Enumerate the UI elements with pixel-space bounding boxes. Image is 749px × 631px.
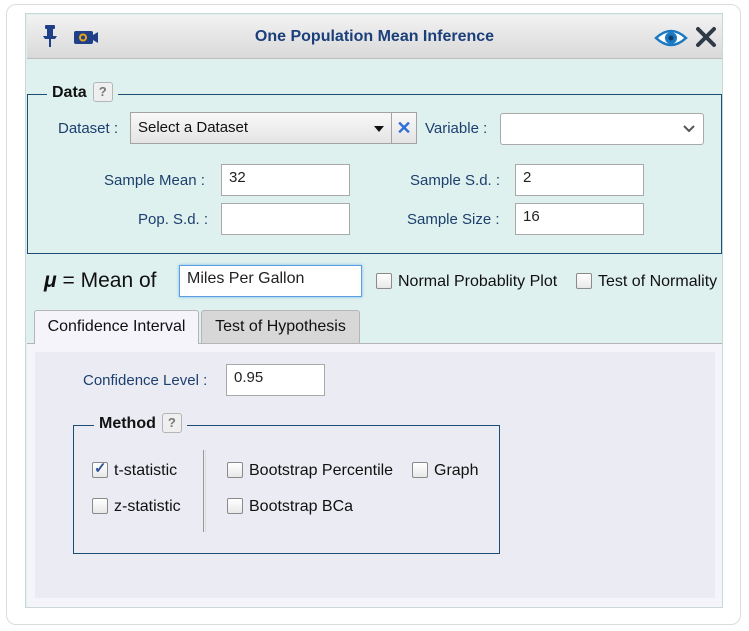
close-icon[interactable]: [695, 26, 717, 53]
sample-sd-input[interactable]: 2: [515, 164, 644, 196]
mean-of-label: μ = Mean of: [44, 269, 157, 293]
z-statistic-checkbox[interactable]: [92, 498, 108, 514]
bootstrap-percentile-label: Bootstrap Percentile: [249, 462, 394, 479]
method-legend: Method?: [94, 413, 187, 434]
bootstrap-bca-label: Bootstrap BCa: [249, 498, 354, 515]
pop-sd-label: Pop. S.d. :: [138, 211, 209, 228]
data-legend: Data?: [47, 82, 118, 103]
sample-size-label: Sample Size :: [407, 211, 500, 228]
method-fieldset: [73, 425, 500, 554]
dropdown-caret-icon: [374, 126, 384, 132]
data-help-icon[interactable]: ?: [92, 82, 113, 102]
pop-sd-input[interactable]: [221, 203, 350, 235]
confidence-level-label: Confidence Level :: [83, 372, 208, 389]
graph-label: Graph: [434, 462, 479, 479]
tab-test-of-hypothesis[interactable]: Test of Hypothesis: [201, 310, 360, 343]
variable-label: Variable :: [425, 120, 488, 137]
dataset-label: Dataset :: [58, 120, 119, 137]
normality-test-checkbox[interactable]: [576, 273, 592, 289]
sample-sd-label: Sample S.d. :: [410, 172, 501, 189]
eye-icon[interactable]: [654, 27, 688, 54]
clear-x-icon: ✕: [396, 118, 412, 138]
mu-symbol: μ: [44, 269, 57, 292]
graph-checkbox[interactable]: [412, 462, 428, 478]
mean-variable-input[interactable]: Miles Per Gallon: [179, 265, 362, 297]
dataset-select[interactable]: Select a Dataset: [130, 112, 392, 144]
bootstrap-percentile-checkbox[interactable]: [227, 462, 243, 478]
t-statistic-label: t-statistic: [114, 462, 178, 479]
normal-plot-label: Normal Probablity Plot: [398, 273, 558, 290]
sample-mean-label: Sample Mean :: [104, 172, 205, 189]
sample-mean-input[interactable]: 32: [221, 164, 350, 196]
method-separator: [203, 450, 206, 532]
method-help-icon[interactable]: ?: [161, 413, 182, 433]
window-title: One Population Mean Inference: [254, 28, 495, 45]
normal-plot-checkbox[interactable]: [376, 273, 392, 289]
bootstrap-bca-checkbox[interactable]: [227, 498, 243, 514]
data-legend-text: Data: [52, 84, 87, 102]
variable-select[interactable]: [500, 113, 704, 145]
t-statistic-checkbox[interactable]: [92, 459, 108, 478]
chevron-down-icon: [683, 125, 695, 133]
tab-confidence-interval[interactable]: Confidence Interval: [34, 310, 199, 344]
clear-dataset-button[interactable]: ✕: [391, 112, 417, 144]
title-bar: One Population Mean Inference: [27, 15, 722, 59]
dataset-select-value: Select a Dataset: [138, 119, 249, 136]
sample-size-input[interactable]: 16: [515, 203, 644, 235]
method-legend-text: Method: [99, 415, 156, 433]
mean-of-text: = Mean of: [62, 269, 157, 292]
z-statistic-label: z-statistic: [114, 498, 181, 515]
confidence-level-input[interactable]: 0.95: [226, 364, 325, 396]
normality-test-label: Test of Normality: [598, 273, 718, 290]
